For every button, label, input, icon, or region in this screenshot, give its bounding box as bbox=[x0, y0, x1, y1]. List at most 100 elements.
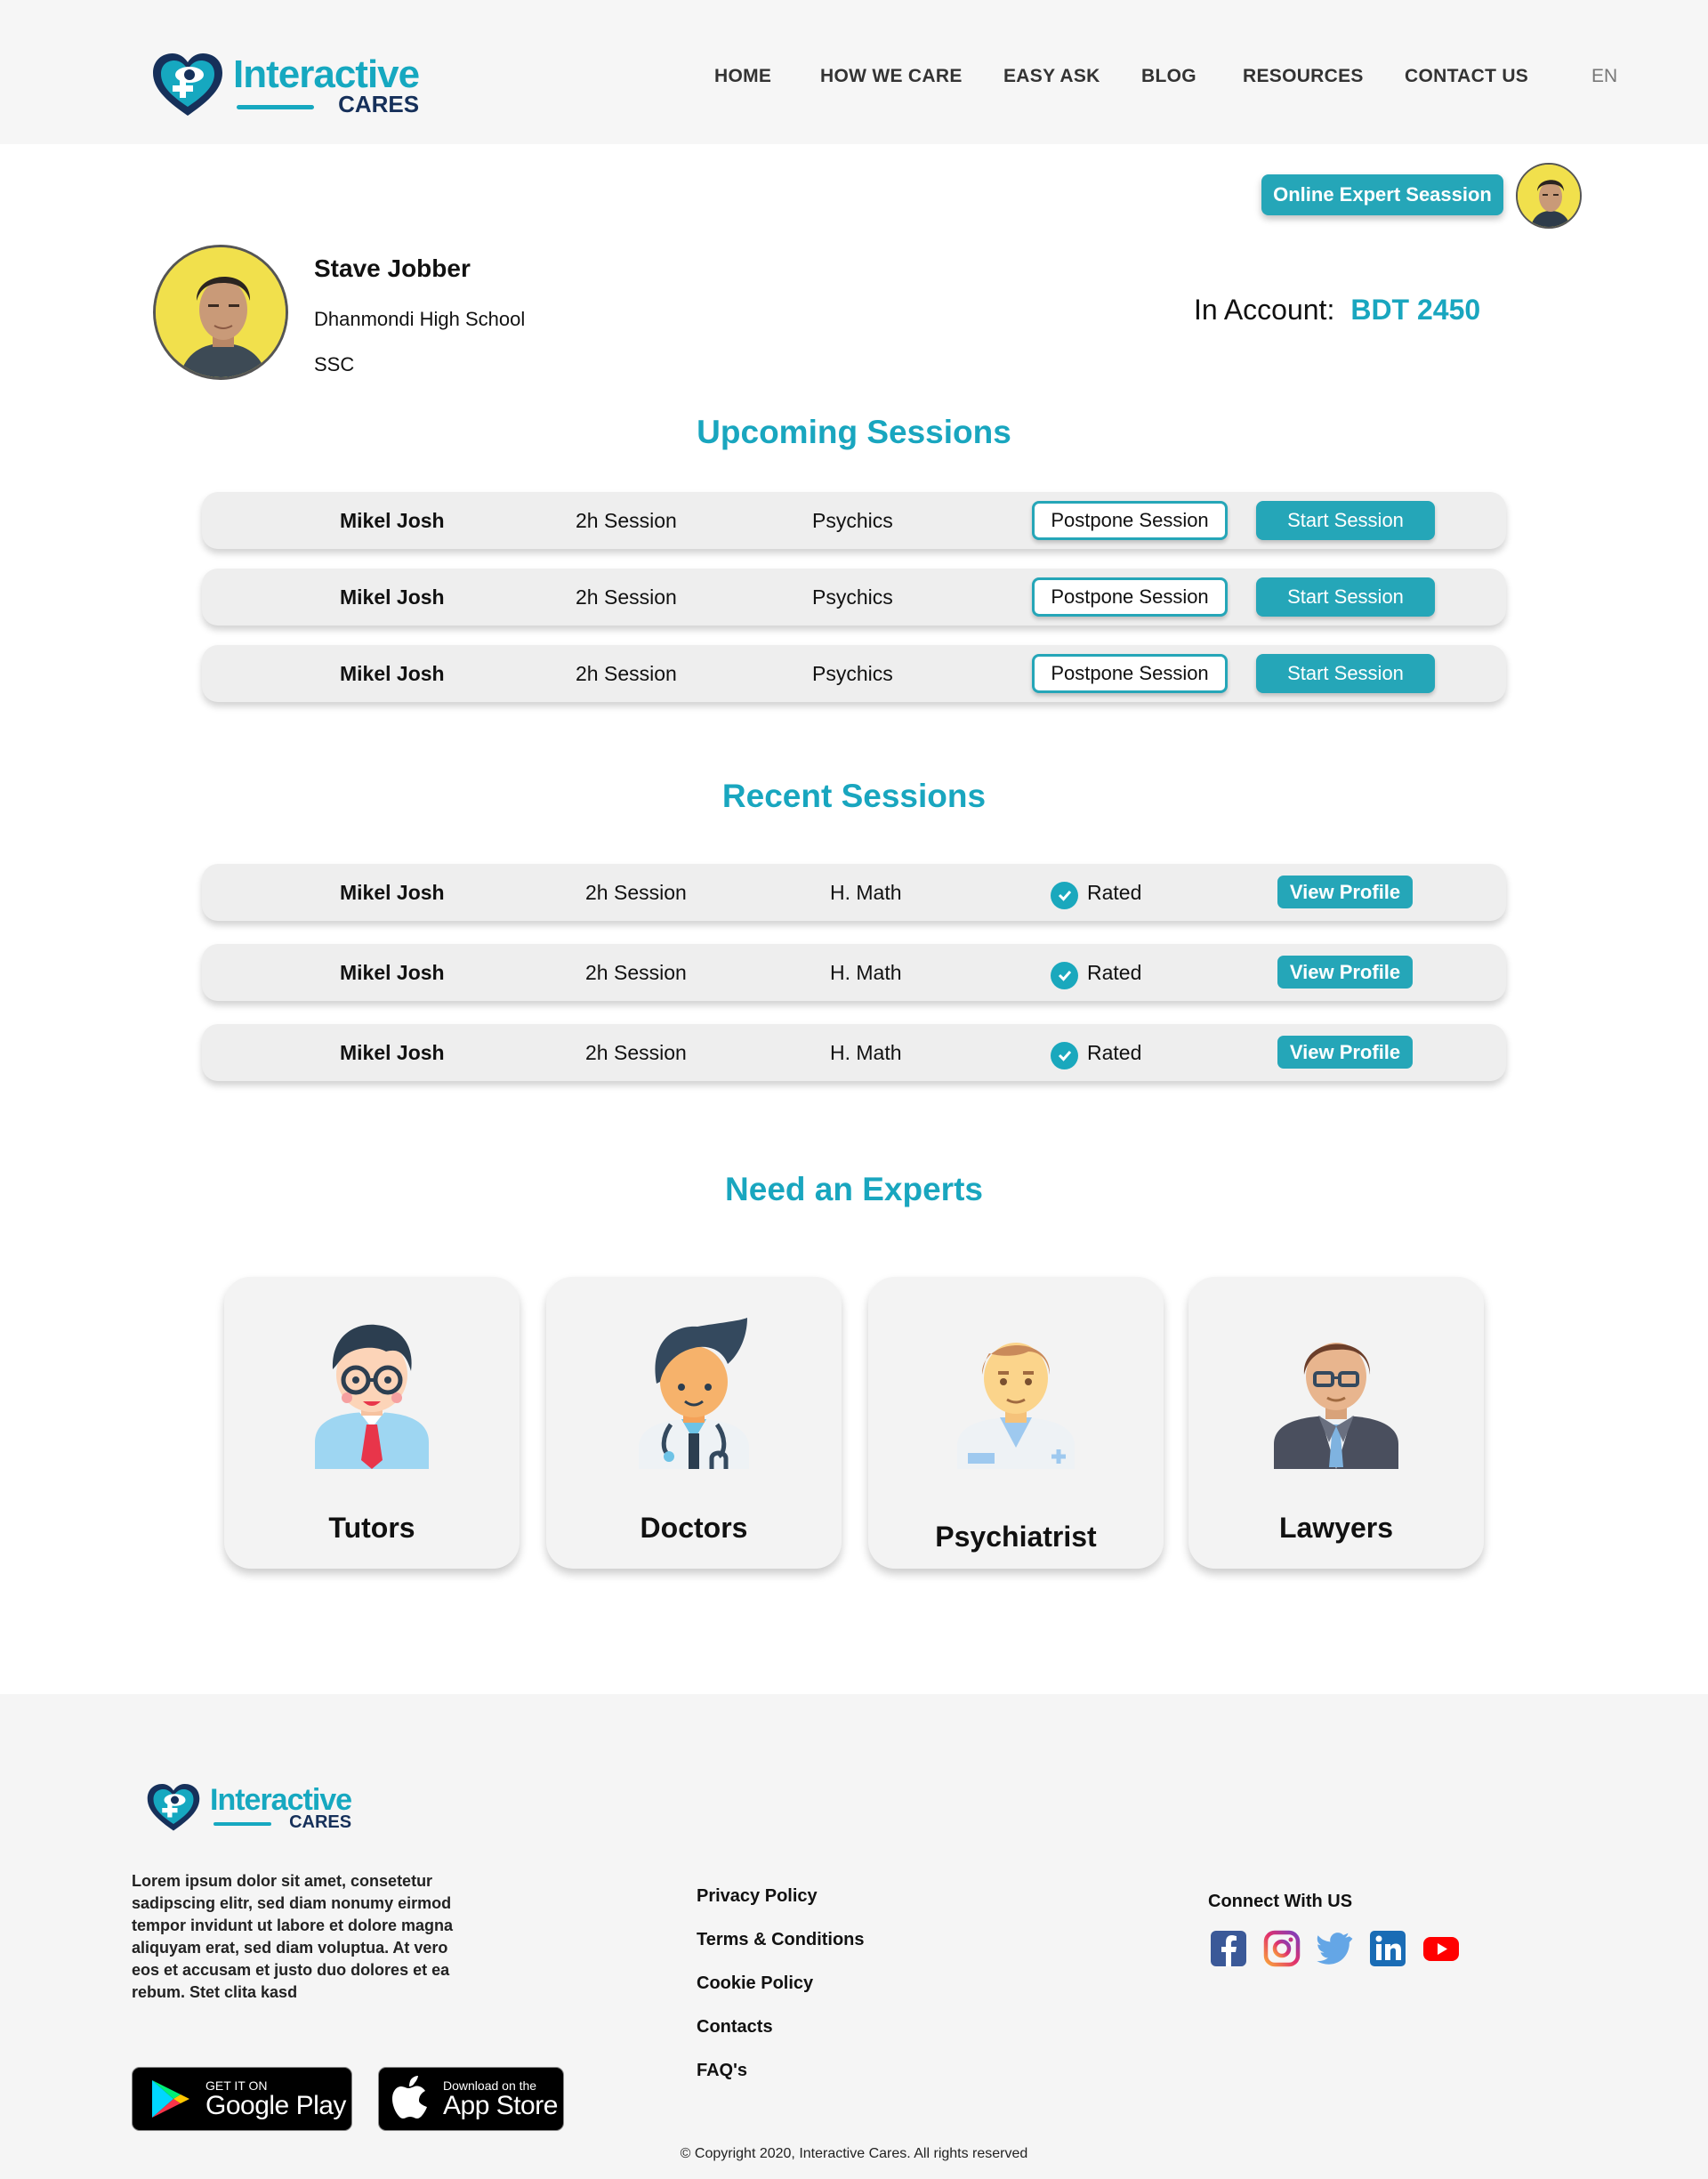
session-duration: 2h Session bbox=[576, 585, 677, 609]
nav-how-we-care[interactable]: HOW WE CARE bbox=[820, 66, 963, 87]
upcoming-sessions-title: Upcoming Sessions bbox=[697, 414, 1011, 450]
rated-label: Rated bbox=[1087, 1040, 1142, 1064]
account-label: In Account: bbox=[1194, 294, 1335, 326]
footer-logo[interactable]: Interactive CARES bbox=[144, 1781, 352, 1835]
view-profile-button[interactable]: View Profile bbox=[1277, 1036, 1413, 1069]
nav-resources[interactable]: RESOURCES bbox=[1243, 66, 1364, 87]
recent-session-row: Mikel Josh 2h Session H. Math Rated View… bbox=[202, 1024, 1506, 1081]
account-balance: In Account: BDT 2450 bbox=[1194, 294, 1480, 327]
footer-link-terms[interactable]: Terms & Conditions bbox=[697, 1930, 865, 1950]
session-subject: H. Math bbox=[830, 881, 902, 904]
rated-status: Rated bbox=[1051, 944, 1141, 1001]
start-session-button[interactable]: Start Session bbox=[1256, 501, 1435, 540]
footer-link-privacy-policy[interactable]: Privacy Policy bbox=[697, 1886, 818, 1907]
view-profile-button[interactable]: View Profile bbox=[1277, 956, 1413, 989]
postpone-session-button[interactable]: Postpone Session bbox=[1032, 577, 1228, 617]
postpone-session-button[interactable]: Postpone Session bbox=[1032, 654, 1228, 693]
google-play-icon bbox=[152, 2080, 189, 2118]
session-subject: Psychics bbox=[812, 509, 893, 532]
footer-about-text: Lorem ipsum dolor sit amet, consetetur s… bbox=[132, 1872, 454, 2001]
instagram-icon[interactable] bbox=[1263, 1930, 1301, 1967]
session-subject: Psychics bbox=[812, 585, 893, 609]
heart-eye-logo-icon bbox=[147, 1784, 200, 1831]
profile-avatar bbox=[153, 245, 288, 380]
app-store-badge[interactable]: Download on the App Store bbox=[378, 2067, 564, 2131]
facebook-icon[interactable] bbox=[1210, 1930, 1247, 1967]
twitter-icon[interactable] bbox=[1316, 1930, 1353, 1967]
profile-name: Stave Jobber bbox=[314, 254, 471, 282]
rated-label: Rated bbox=[1087, 960, 1142, 984]
expert-card-label: Psychiatrist bbox=[935, 1521, 1097, 1553]
expert-card-doctors[interactable]: Doctors bbox=[546, 1277, 842, 1569]
profile-photo bbox=[156, 247, 286, 377]
google-play-badge[interactable]: GET IT ON Google Play bbox=[132, 2067, 352, 2131]
rated-label: Rated bbox=[1087, 880, 1142, 904]
recent-session-row: Mikel Josh 2h Session H. Math Rated View… bbox=[202, 944, 1506, 1001]
footer-link-cookie-policy[interactable]: Cookie Policy bbox=[697, 1973, 813, 1994]
expert-card-label: Lawyers bbox=[1278, 1512, 1394, 1544]
profile-level: SSC bbox=[314, 353, 355, 375]
apple-icon bbox=[392, 2076, 427, 2118]
account-value: BDT 2450 bbox=[1350, 294, 1481, 326]
postpone-session-button[interactable]: Postpone Session bbox=[1032, 501, 1228, 540]
expert-card-tutors[interactable]: Tutors bbox=[224, 1277, 520, 1569]
check-circle-icon bbox=[1051, 1041, 1078, 1069]
session-duration: 2h Session bbox=[585, 881, 687, 904]
brand-tagline: CARES bbox=[210, 1813, 351, 1831]
site-header: Interactive CARES HOME HOW WE CARE EASY … bbox=[0, 0, 1708, 144]
brand-name: Interactive bbox=[210, 1783, 352, 1817]
expert-card-lawyers[interactable]: Lawyers bbox=[1188, 1277, 1484, 1569]
youtube-icon[interactable] bbox=[1422, 1930, 1460, 1967]
nav-easy-ask[interactable]: EASY ASK bbox=[1003, 66, 1100, 87]
upcoming-session-row: Mikel Josh 2h Session Psychics Postpone … bbox=[202, 569, 1506, 625]
session-duration: 2h Session bbox=[576, 509, 677, 532]
expert-card-label: Tutors bbox=[328, 1512, 415, 1544]
footer-link-contacts[interactable]: Contacts bbox=[697, 2017, 773, 2038]
view-profile-button[interactable]: View Profile bbox=[1277, 876, 1413, 908]
lawyer-icon bbox=[1274, 1343, 1398, 1469]
rated-status: Rated bbox=[1051, 864, 1141, 921]
session-duration: 2h Session bbox=[576, 662, 677, 685]
nav-contact-us[interactable]: CONTACT US bbox=[1405, 66, 1528, 87]
session-expert: Mikel Josh bbox=[340, 662, 445, 685]
copyright-text: © Copyright 2020, Interactive Cares. All… bbox=[680, 2146, 1028, 2161]
recent-sessions-title: Recent Sessions bbox=[721, 778, 987, 814]
start-session-button[interactable]: Start Session bbox=[1256, 577, 1435, 617]
online-expert-session-button[interactable]: Online Expert Seassion bbox=[1261, 174, 1503, 215]
expert-card-label: Doctors bbox=[640, 1512, 748, 1544]
session-expert: Mikel Josh bbox=[340, 585, 445, 609]
expert-card-psychiatrist[interactable]: Psychiatrist bbox=[868, 1277, 1164, 1569]
user-avatar-image bbox=[1518, 165, 1580, 227]
upcoming-session-row: Mikel Josh 2h Session Psychics Postpone … bbox=[202, 492, 1506, 549]
language-selector[interactable]: EN bbox=[1591, 66, 1617, 87]
session-subject: H. Math bbox=[830, 961, 902, 984]
doctor-icon bbox=[639, 1318, 749, 1469]
google-play-big: Google Play bbox=[205, 2091, 346, 2120]
recent-session-row: Mikel Josh 2h Session H. Math Rated View… bbox=[202, 864, 1506, 921]
footer-link-faqs[interactable]: FAQ's bbox=[697, 2061, 747, 2081]
need-experts-title: Need an Experts bbox=[725, 1171, 983, 1207]
nav-home[interactable]: HOME bbox=[714, 66, 771, 87]
connect-with-us-label: Connect With US bbox=[1208, 1892, 1353, 1911]
app-store-big: App Store bbox=[443, 2091, 558, 2120]
tutor-icon bbox=[315, 1324, 429, 1469]
session-expert: Mikel Josh bbox=[340, 881, 445, 904]
session-subject: Psychics bbox=[812, 662, 893, 685]
check-circle-icon bbox=[1051, 961, 1078, 989]
upcoming-session-row: Mikel Josh 2h Session Psychics Postpone … bbox=[202, 645, 1506, 702]
main-nav: HOME HOW WE CARE EASY ASK BLOG RESOURCES… bbox=[0, 66, 1708, 93]
check-circle-icon bbox=[1051, 881, 1078, 909]
nav-blog[interactable]: BLOG bbox=[1141, 66, 1196, 87]
linkedin-icon[interactable] bbox=[1369, 1930, 1406, 1967]
session-expert: Mikel Josh bbox=[340, 961, 445, 984]
profile-school: Dhanmondi High School bbox=[314, 308, 526, 330]
session-duration: 2h Session bbox=[585, 1041, 687, 1064]
rated-status: Rated bbox=[1051, 1024, 1141, 1081]
start-session-button[interactable]: Start Session bbox=[1256, 654, 1435, 693]
psychiatrist-icon bbox=[957, 1343, 1075, 1469]
session-expert: Mikel Josh bbox=[340, 509, 445, 532]
session-expert: Mikel Josh bbox=[340, 1041, 445, 1064]
session-subject: H. Math bbox=[830, 1041, 902, 1064]
session-duration: 2h Session bbox=[585, 961, 687, 984]
user-avatar-small[interactable] bbox=[1516, 163, 1582, 229]
